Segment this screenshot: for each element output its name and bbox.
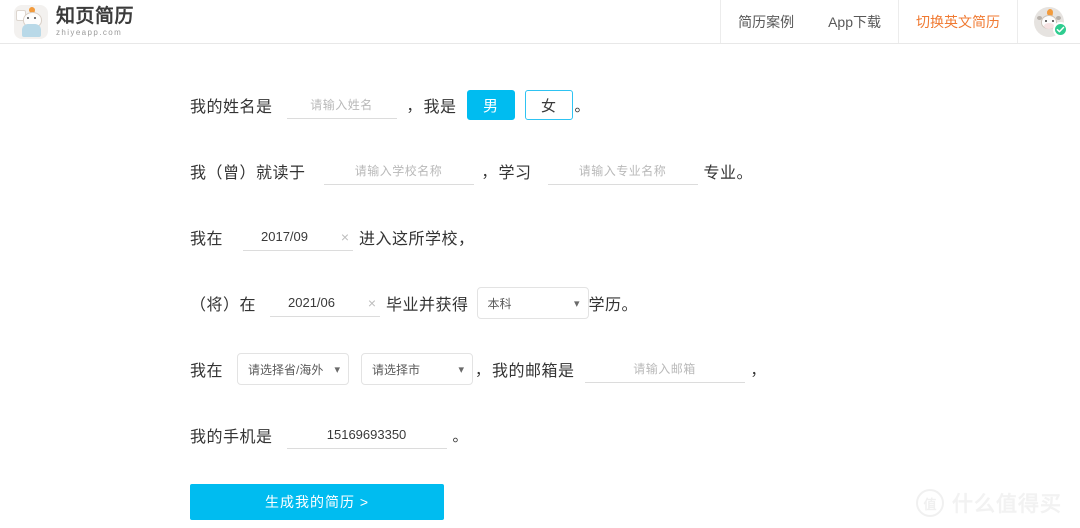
clear-icon[interactable]: × [368, 296, 376, 310]
comma-after-school: ， [481, 163, 497, 181]
school-input[interactable]: 请输入学校名称 [323, 157, 474, 185]
gender-button-female[interactable]: 女 [524, 90, 573, 120]
clear-icon[interactable]: × [341, 230, 349, 244]
comma-after-email: ， [750, 361, 766, 379]
school-input-placeholder: 请输入学校名称 [354, 164, 443, 178]
province-select-value: 请选择省/海外 [248, 362, 324, 377]
degree-select[interactable]: 本科 ▾ [476, 287, 589, 319]
label-entered-school: 进入这所学校， [359, 231, 475, 248]
label-graduate-and-obtain: 毕业并获得 [386, 297, 469, 314]
city-select-value: 请选择市 [372, 362, 421, 377]
gender-button-male[interactable]: 男 [466, 90, 515, 120]
phone-input[interactable]: 15169693350 [286, 421, 447, 449]
label-i-am-in: 我在 [190, 363, 224, 380]
degree-select-value: 本科 [487, 296, 512, 311]
period-after-gender: 。 [574, 97, 590, 115]
chevron-down-icon: ▾ [334, 363, 341, 376]
label-studying: 学习 [498, 165, 532, 182]
email-input-placeholder: 请输入邮箱 [633, 362, 696, 376]
label-my-phone-is: 我的手机是 [190, 429, 273, 446]
chevron-down-icon: ▾ [574, 297, 580, 310]
form-row-graduation: （将）在 2021/06 × 毕业并获得 本科 ▾ 学历。 [190, 286, 1080, 320]
label-major-suffix: 专业。 [703, 165, 754, 182]
label-i-am: 我是 [423, 99, 457, 116]
nav-item-resume-cases[interactable]: 简历案例 [721, 0, 811, 43]
label-i-at: 我在 [190, 231, 224, 248]
label-degree-suffix: 学历。 [588, 297, 639, 314]
city-select[interactable]: 请选择市 ▾ [361, 353, 474, 385]
brand-domain: zhiyeapp.com [56, 27, 123, 37]
enrollment-date-input[interactable]: 2017/09 × [243, 223, 354, 251]
verified-check-icon [1053, 22, 1068, 37]
resume-form: 我的姓名是 请输入姓名 ， 我是 男 女 。 我（曾）就读于 请输入学校名称 ，… [0, 44, 1080, 520]
period-after-phone: 。 [452, 427, 468, 445]
major-input[interactable]: 请输入专业名称 [547, 157, 698, 185]
phone-input-value: 15169693350 [326, 427, 407, 442]
major-input-placeholder: 请输入专业名称 [578, 164, 667, 178]
graduation-date-input[interactable]: 2021/06 × [270, 289, 381, 317]
comma-after-name: ， [406, 97, 422, 115]
label-i-studied-at: 我（曾）就读于 [190, 165, 306, 182]
form-row-phone: 我的手机是 15169693350 。 [190, 418, 1080, 452]
name-input-placeholder: 请输入姓名 [310, 98, 373, 112]
form-row-enrollment: 我在 2017/09 × 进入这所学校， [190, 220, 1080, 254]
graduation-date-value: 2021/06 [288, 295, 336, 310]
avatar[interactable] [1018, 0, 1080, 43]
comma-after-city: ， [475, 361, 491, 379]
brand-name: 知页简历 [56, 5, 135, 27]
name-input[interactable]: 请输入姓名 [286, 91, 397, 119]
enrollment-date-value: 2017/09 [261, 229, 309, 244]
label-will-at: （将）在 [190, 297, 257, 314]
site-header: 知页简历 zhiyeapp.com 简历案例 App下载 切换英文简历 [0, 0, 1080, 44]
chevron-down-icon: ▾ [458, 363, 465, 376]
nav-item-switch-english[interactable]: 切换英文简历 [899, 0, 1017, 43]
form-row-school: 我（曾）就读于 请输入学校名称 ， 学习 请输入专业名称 专业。 [190, 154, 1080, 188]
province-select[interactable]: 请选择省/海外 ▾ [237, 353, 350, 385]
header-nav: 简历案例 App下载 切换英文简历 [720, 0, 1080, 43]
form-row-name: 我的姓名是 请输入姓名 ， 我是 男 女 。 [190, 88, 1080, 122]
generate-resume-button[interactable]: 生成我的简历 > [190, 484, 444, 520]
nav-item-app-download[interactable]: App下载 [811, 0, 898, 43]
brand-logo[interactable]: 知页简历 zhiyeapp.com [0, 0, 134, 43]
label-my-name-is: 我的姓名是 [190, 99, 273, 116]
label-my-email-is: 我的邮箱是 [492, 363, 575, 380]
form-row-location-email: 我在 请选择省/海外 ▾ 请选择市 ▾ ， 我的邮箱是 请输入邮箱 ， [190, 352, 1080, 386]
cow-logo-icon [14, 4, 48, 39]
email-input[interactable]: 请输入邮箱 [584, 355, 745, 383]
brand-text: 知页简历 zhiyeapp.com [56, 7, 134, 37]
